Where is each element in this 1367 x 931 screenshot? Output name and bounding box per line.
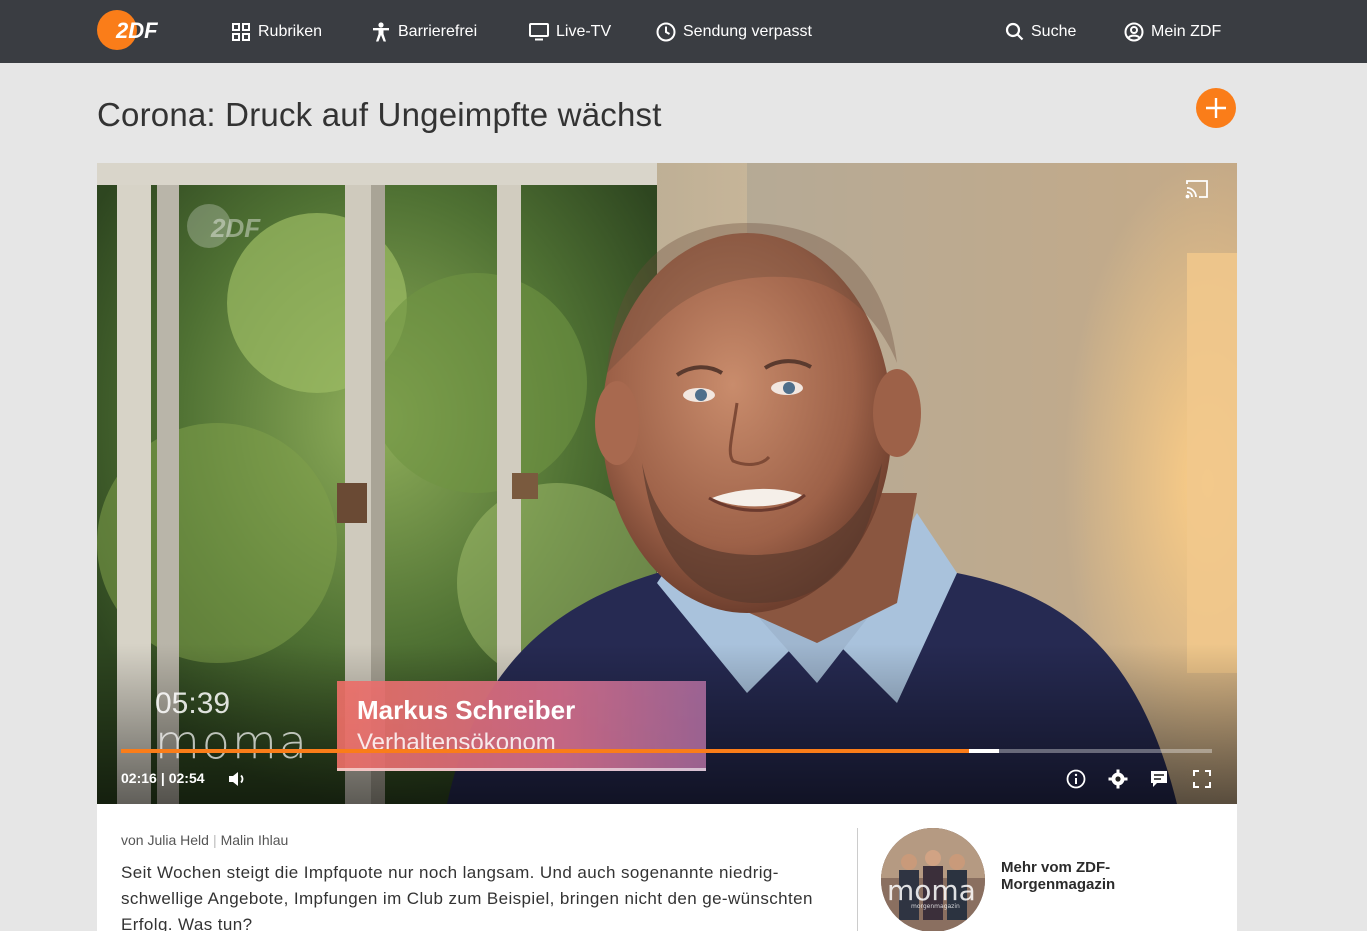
author-name[interactable]: Malin Ihlau — [221, 832, 289, 848]
subtitles-button[interactable] — [1147, 767, 1171, 791]
author-separator: | — [212, 832, 217, 848]
time-display: 02:16 | 02:54 — [121, 770, 205, 786]
user-icon — [1124, 22, 1144, 42]
nav-label-barrierefrei: Barrierefrei — [398, 22, 478, 40]
progress-bar[interactable] — [121, 749, 1212, 753]
fullscreen-button[interactable] — [1190, 767, 1214, 791]
accessibility-icon — [371, 21, 391, 42]
top-navigation: 2DF Rubriken Barrierefrei Live-TV Sendun… — [0, 0, 1367, 63]
article-card: von Julia Held | Malin Ihlau Seit Wochen s… — [97, 804, 1237, 931]
watermark-text: 2DF — [210, 213, 261, 243]
search-icon — [1004, 22, 1024, 42]
tv-icon — [529, 22, 549, 42]
speaker-icon — [229, 772, 244, 786]
divider — [857, 828, 858, 931]
speaker-name: Markus Schreiber — [357, 695, 576, 725]
info-button[interactable] — [1064, 767, 1088, 791]
clock-icon — [656, 22, 676, 42]
info-icon — [1066, 769, 1086, 789]
nav-mein-zdf[interactable]: Mein ZDF — [1124, 0, 1221, 63]
plus-icon — [1206, 98, 1226, 118]
author-prefix: von — [121, 832, 144, 848]
author-line: von Julia Held | Malin Ihlau — [121, 832, 288, 848]
time-total: 02:54 — [168, 770, 205, 786]
time-separator: | — [160, 770, 165, 786]
nav-label-mein-zdf: Mein ZDF — [1151, 22, 1222, 40]
volume-button[interactable] — [226, 767, 250, 791]
progress-played — [121, 749, 969, 753]
nav-live-tv[interactable]: Live-TV — [529, 0, 611, 63]
zdf-logo[interactable]: 2DF — [96, 9, 166, 51]
author-name[interactable]: Julia Held — [147, 832, 208, 848]
lower-third: Markus Schreiber Verhaltensökonom — [337, 681, 706, 771]
gear-icon — [1108, 769, 1128, 789]
settings-button[interactable] — [1106, 767, 1130, 791]
nav-label-rubriken: Rubriken — [258, 22, 323, 40]
more-from-show-link[interactable]: Mehr vom ZDF-Morgenmagazin — [1001, 859, 1151, 893]
grid-icon — [231, 22, 251, 42]
nav-barrierefrei[interactable]: Barrierefrei — [371, 0, 477, 63]
broadcast-show-logo: moma — [155, 715, 309, 769]
page-title: Corona: Druck auf Ungeimpfte wächst — [97, 96, 662, 133]
nav-label-suche: Suche — [1031, 22, 1077, 40]
nav-sendung-verpasst[interactable]: Sendung verpasst — [656, 0, 812, 63]
nav-rubriken[interactable]: Rubriken — [231, 0, 322, 63]
fullscreen-icon — [1193, 770, 1211, 788]
subtitles-icon — [1151, 771, 1167, 787]
add-to-list-button[interactable] — [1196, 88, 1236, 128]
time-current: 02:16 — [121, 770, 157, 786]
nav-label-sendung-verpasst: Sendung verpasst — [683, 22, 812, 40]
cast-icon[interactable] — [1185, 179, 1209, 199]
show-thumbnail[interactable]: moma morgenmagazin — [881, 828, 985, 931]
nav-label-live-tv: Live-TV — [556, 22, 612, 40]
nav-suche[interactable]: Suche — [1004, 0, 1076, 63]
thumb-brand-sub: morgenmagazin — [911, 903, 960, 910]
article-teaser: Seit Wochen steigt die Impfquote nur noc… — [121, 863, 813, 931]
logo-text: 2DF — [115, 18, 158, 43]
video-player[interactable]: 2DF 05:39 moma Markus Schreiber Verhalte… — [97, 163, 1237, 804]
